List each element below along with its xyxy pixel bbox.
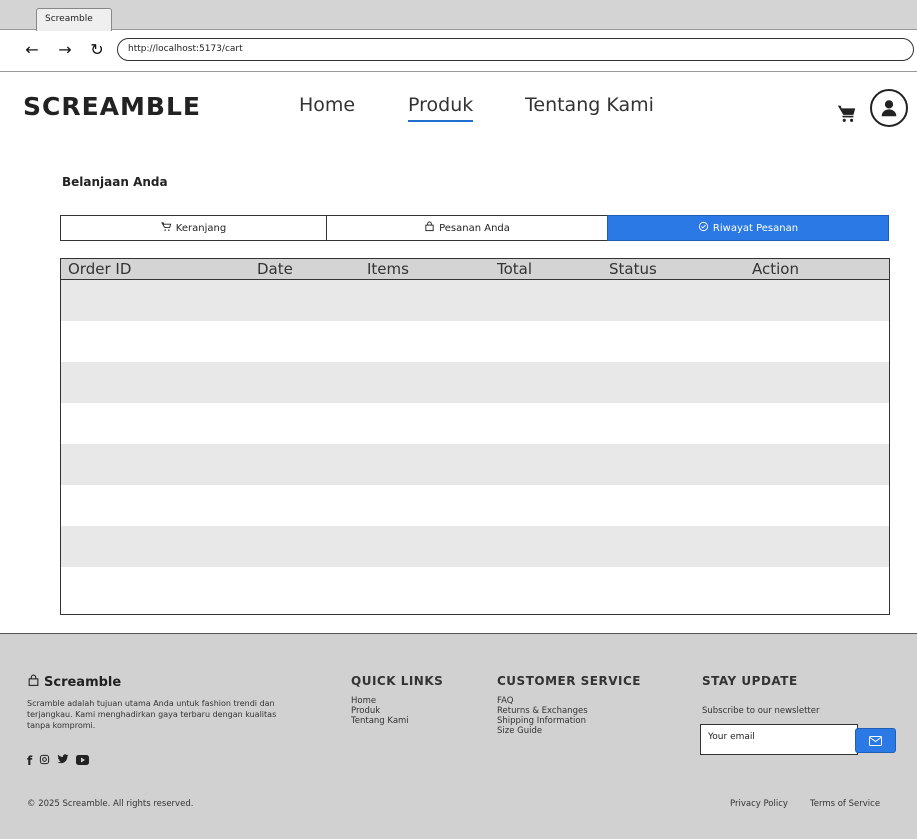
nav-produk[interactable]: Produk xyxy=(408,94,474,122)
reload-icon[interactable]: ↻ xyxy=(87,39,107,59)
table-row xyxy=(61,362,889,403)
shopping-bag-icon xyxy=(424,221,435,235)
social-links: f xyxy=(27,754,90,768)
quick-links-heading: QUICK LINKS xyxy=(351,674,444,688)
forward-arrow-icon[interactable]: → xyxy=(55,39,75,59)
cart-icon[interactable] xyxy=(836,102,858,124)
table-row xyxy=(61,321,889,362)
shopping-bag-icon xyxy=(27,674,40,691)
footer-brand: Screamble xyxy=(27,674,121,691)
column-header-status: Status xyxy=(609,260,657,278)
quick-links-list: Home Produk Tentang Kami xyxy=(351,696,409,726)
tab-label: Keranjang xyxy=(175,222,227,234)
column-header-date: Date xyxy=(257,260,293,278)
check-circle-icon xyxy=(698,221,709,235)
facebook-icon[interactable]: f xyxy=(27,754,32,768)
customer-service-heading: CUSTOMER SERVICE xyxy=(497,674,641,688)
browser-chrome: Screamble ← → ↻ http://localhost:5173/ca… xyxy=(0,0,917,72)
footer-link-produk[interactable]: Produk xyxy=(351,706,409,716)
nav-home[interactable]: Home xyxy=(299,94,355,116)
copyright-text: © 2025 Screamble. All rights reserved. xyxy=(27,799,194,809)
column-header-order-id: Order ID xyxy=(68,260,132,278)
tab-label: Riwayat Pesanan xyxy=(712,222,799,234)
table-row xyxy=(61,444,889,485)
tab-riwayat-pesanan[interactable]: Riwayat Pesanan xyxy=(607,215,889,241)
site-logo[interactable]: SCREAMBLE xyxy=(23,92,201,121)
address-bar[interactable]: http://localhost:5173/cart xyxy=(117,38,914,61)
cart-icon xyxy=(160,221,172,235)
footer-link-faq[interactable]: FAQ xyxy=(497,696,588,706)
footer-link-returns[interactable]: Returns & Exchanges xyxy=(497,706,588,716)
footer-link-home[interactable]: Home xyxy=(351,696,409,706)
site-header: SCREAMBLE Home Produk Tentang Kami xyxy=(0,72,917,146)
tab-pesanan-anda[interactable]: Pesanan Anda xyxy=(326,215,608,241)
site-footer: Screamble Scramble adalah tujuan utama A… xyxy=(0,633,917,839)
table-row xyxy=(61,280,889,321)
column-header-total: Total xyxy=(497,260,533,278)
tab-label: Pesanan Anda xyxy=(439,222,510,234)
instagram-icon[interactable] xyxy=(39,754,50,768)
footer-description: Scramble adalah tujuan utama Anda untuk … xyxy=(27,699,277,730)
column-header-action: Action xyxy=(752,260,799,278)
footer-link-tentang-kami[interactable]: Tentang Kami xyxy=(351,716,409,726)
newsletter-email-input[interactable]: Your email xyxy=(700,724,858,755)
order-history-table: Order ID Date Items Total Status Action xyxy=(60,258,890,615)
page-title: Belanjaan Anda xyxy=(62,175,168,189)
mail-icon xyxy=(869,731,882,750)
tab-keranjang[interactable]: Keranjang xyxy=(60,215,327,241)
customer-service-list: FAQ Returns & Exchanges Shipping Informa… xyxy=(497,696,588,736)
table-header: Order ID Date Items Total Status Action xyxy=(61,259,889,280)
table-row xyxy=(61,485,889,526)
footer-brand-name: Screamble xyxy=(44,675,122,690)
cart-tabs: Keranjang Pesanan Anda Riwayat Pesanan xyxy=(60,215,890,241)
back-arrow-icon[interactable]: ← xyxy=(22,39,42,59)
nav-tentang-kami[interactable]: Tentang Kami xyxy=(525,94,654,116)
user-profile-icon[interactable] xyxy=(870,89,908,127)
newsletter-subtitle: Subscribe to our newsletter xyxy=(702,706,820,716)
newsletter-submit-button[interactable] xyxy=(855,728,896,753)
stay-update-heading: STAY UPDATE xyxy=(702,674,798,688)
terms-of-service-link[interactable]: Terms of Service xyxy=(810,799,880,809)
table-row xyxy=(61,567,889,608)
table-row xyxy=(61,526,889,567)
privacy-policy-link[interactable]: Privacy Policy xyxy=(730,799,788,809)
twitter-icon[interactable] xyxy=(57,754,69,768)
footer-link-shipping[interactable]: Shipping Information xyxy=(497,716,588,726)
browser-tab[interactable]: Screamble xyxy=(36,8,112,31)
footer-link-size-guide[interactable]: Size Guide xyxy=(497,726,588,736)
youtube-icon[interactable] xyxy=(76,754,90,768)
table-body xyxy=(61,280,889,608)
column-header-items: Items xyxy=(367,260,409,278)
table-row xyxy=(61,403,889,444)
browser-tabstrip: Screamble xyxy=(0,0,917,31)
